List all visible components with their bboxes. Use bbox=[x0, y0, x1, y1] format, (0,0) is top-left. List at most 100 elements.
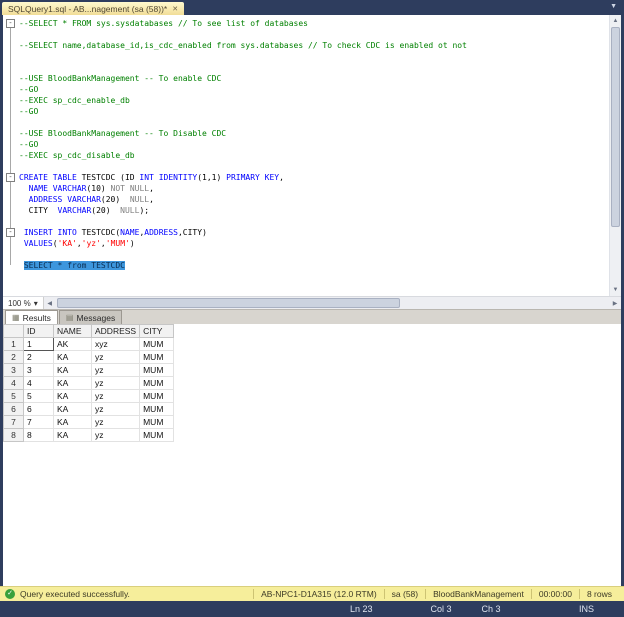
grid-corner-cell[interactable] bbox=[4, 325, 24, 338]
grid-cell[interactable]: 8 bbox=[24, 429, 54, 442]
grid-column-header[interactable]: ID bbox=[24, 325, 54, 338]
code-line[interactable]: --USE BloodBankManagement -- To Disable … bbox=[3, 128, 609, 139]
code-line[interactable] bbox=[3, 216, 609, 227]
row-header[interactable]: 6 bbox=[4, 403, 24, 416]
grid-cell[interactable]: yz bbox=[92, 364, 140, 377]
fold-minus-icon[interactable]: - bbox=[6, 173, 15, 182]
grid-cell[interactable]: yz bbox=[92, 377, 140, 390]
grid-cell[interactable]: 6 bbox=[24, 403, 54, 416]
grid-cell[interactable]: 3 bbox=[24, 364, 54, 377]
code-line[interactable] bbox=[3, 51, 609, 62]
code-line[interactable] bbox=[3, 249, 609, 260]
code-line[interactable]: ADDRESS VARCHAR(20) NULL, bbox=[3, 194, 609, 205]
grid-cell[interactable]: yz bbox=[92, 403, 140, 416]
grid-cell[interactable]: 1 bbox=[24, 338, 54, 351]
grid-cell[interactable]: 2 bbox=[24, 351, 54, 364]
code-line[interactable] bbox=[3, 29, 609, 40]
vertical-scrollbar[interactable]: ▲ ▼ bbox=[609, 15, 621, 296]
grid-cell[interactable]: KA bbox=[54, 390, 92, 403]
code-line[interactable]: SELECT * from TESTCDC bbox=[3, 260, 609, 271]
grid-cell[interactable]: AK bbox=[54, 338, 92, 351]
row-header[interactable]: 7 bbox=[4, 416, 24, 429]
code-token: --USE BloodBankManagement -- To Disable … bbox=[19, 129, 226, 138]
grid-cell[interactable]: MUM bbox=[140, 390, 174, 403]
grid-cell[interactable]: yz bbox=[92, 351, 140, 364]
code-line[interactable] bbox=[3, 62, 609, 73]
status-bar: ✓ Query executed successfully. AB-NPC1-D… bbox=[0, 586, 624, 601]
gutter-margin bbox=[3, 51, 19, 62]
fold-toggle[interactable]: - bbox=[3, 18, 19, 29]
code-line[interactable]: VALUES('KA','yz','MUM') bbox=[3, 238, 609, 249]
row-header[interactable]: 1 bbox=[4, 338, 24, 351]
code-line[interactable]: --GO bbox=[3, 84, 609, 95]
row-header[interactable]: 3 bbox=[4, 364, 24, 377]
row-header[interactable]: 8 bbox=[4, 429, 24, 442]
code-line[interactable]: - INSERT INTO TESTCDC(NAME,ADDRESS,CITY) bbox=[3, 227, 609, 238]
grid-cell[interactable]: KA bbox=[54, 403, 92, 416]
horizontal-scrollbar[interactable] bbox=[56, 297, 609, 310]
grid-cell[interactable]: 7 bbox=[24, 416, 54, 429]
gutter-margin bbox=[3, 95, 19, 106]
vertical-scroll-track[interactable] bbox=[610, 227, 621, 284]
table-row: 22KAyzMUM bbox=[4, 351, 174, 364]
fold-toggle[interactable]: - bbox=[3, 227, 19, 238]
grid-cell[interactable]: KA bbox=[54, 377, 92, 390]
fold-minus-icon[interactable]: - bbox=[6, 228, 15, 237]
code-line[interactable]: --EXEC sp_cdc_enable_db bbox=[3, 95, 609, 106]
code-text: --SELECT name,database_id,is_cdc_enabled… bbox=[19, 40, 467, 51]
code-line[interactable]: ---SELECT * FROM sys.sysdatabases // To … bbox=[3, 18, 609, 29]
code-token: --SELECT * FROM sys.sysdatabases // To s… bbox=[19, 19, 308, 28]
code-token: PRIMARY KEY bbox=[226, 173, 279, 182]
grid-cell[interactable]: MUM bbox=[140, 416, 174, 429]
code-line[interactable]: --SELECT name,database_id,is_cdc_enabled… bbox=[3, 40, 609, 51]
code-line[interactable]: --USE BloodBankManagement -- To enable C… bbox=[3, 73, 609, 84]
code-line[interactable] bbox=[3, 117, 609, 128]
grid-cell[interactable]: KA bbox=[54, 364, 92, 377]
grid-cell[interactable]: MUM bbox=[140, 351, 174, 364]
grid-cell[interactable]: KA bbox=[54, 416, 92, 429]
scroll-down-icon[interactable]: ▼ bbox=[610, 284, 621, 296]
code-line[interactable]: -CREATE TABLE TESTCDC (ID INT IDENTITY(1… bbox=[3, 172, 609, 183]
grid-cell[interactable]: KA bbox=[54, 429, 92, 442]
code-line[interactable]: NAME VARCHAR(10) NOT NULL, bbox=[3, 183, 609, 194]
tab-messages[interactable]: ▤ Messages bbox=[59, 310, 122, 324]
scroll-left-icon[interactable]: ◀ bbox=[44, 300, 56, 307]
grid-cell[interactable]: MUM bbox=[140, 429, 174, 442]
chevron-down-icon[interactable]: ▼ bbox=[610, 3, 617, 10]
document-tab[interactable]: SQLQuery1.sql - AB...nagement (sa (58))*… bbox=[2, 2, 184, 15]
code-token: IDENTITY bbox=[159, 173, 198, 182]
grid-column-header[interactable]: NAME bbox=[54, 325, 92, 338]
grid-cell[interactable]: yz bbox=[92, 390, 140, 403]
grid-cell[interactable]: xyz bbox=[92, 338, 140, 351]
code-line[interactable]: CITY VARCHAR(20) NULL); bbox=[3, 205, 609, 216]
tab-results[interactable]: ▦ Results bbox=[5, 310, 58, 324]
grid-column-header[interactable]: ADDRESS bbox=[92, 325, 140, 338]
scroll-up-icon[interactable]: ▲ bbox=[610, 15, 621, 27]
grid-cell[interactable]: 5 bbox=[24, 390, 54, 403]
grid-cell[interactable]: yz bbox=[92, 416, 140, 429]
fold-minus-icon[interactable]: - bbox=[6, 19, 15, 28]
row-header[interactable]: 4 bbox=[4, 377, 24, 390]
grid-column-header[interactable]: CITY bbox=[140, 325, 174, 338]
code-line[interactable]: --GO bbox=[3, 106, 609, 117]
row-header[interactable]: 2 bbox=[4, 351, 24, 364]
grid-cell[interactable]: yz bbox=[92, 429, 140, 442]
zoom-control[interactable]: 100 % ▾ bbox=[3, 297, 44, 310]
code-line[interactable]: --EXEC sp_cdc_disable_db bbox=[3, 150, 609, 161]
code-line[interactable] bbox=[3, 161, 609, 172]
vertical-scroll-thumb[interactable] bbox=[611, 27, 620, 227]
grid-cell[interactable]: KA bbox=[54, 351, 92, 364]
grid-cell[interactable]: MUM bbox=[140, 338, 174, 351]
scroll-right-icon[interactable]: ▶ bbox=[609, 300, 621, 307]
code-area[interactable]: ---SELECT * FROM sys.sysdatabases // To … bbox=[3, 15, 609, 296]
fold-toggle[interactable]: - bbox=[3, 172, 19, 183]
close-icon[interactable]: ✕ bbox=[172, 5, 178, 13]
selected-text[interactable]: SELECT * from TESTCDC bbox=[24, 261, 125, 270]
horizontal-scroll-thumb[interactable] bbox=[57, 298, 400, 308]
row-header[interactable]: 5 bbox=[4, 390, 24, 403]
grid-cell[interactable]: MUM bbox=[140, 364, 174, 377]
grid-cell[interactable]: MUM bbox=[140, 403, 174, 416]
grid-cell[interactable]: 4 bbox=[24, 377, 54, 390]
code-line[interactable]: --GO bbox=[3, 139, 609, 150]
grid-cell[interactable]: MUM bbox=[140, 377, 174, 390]
